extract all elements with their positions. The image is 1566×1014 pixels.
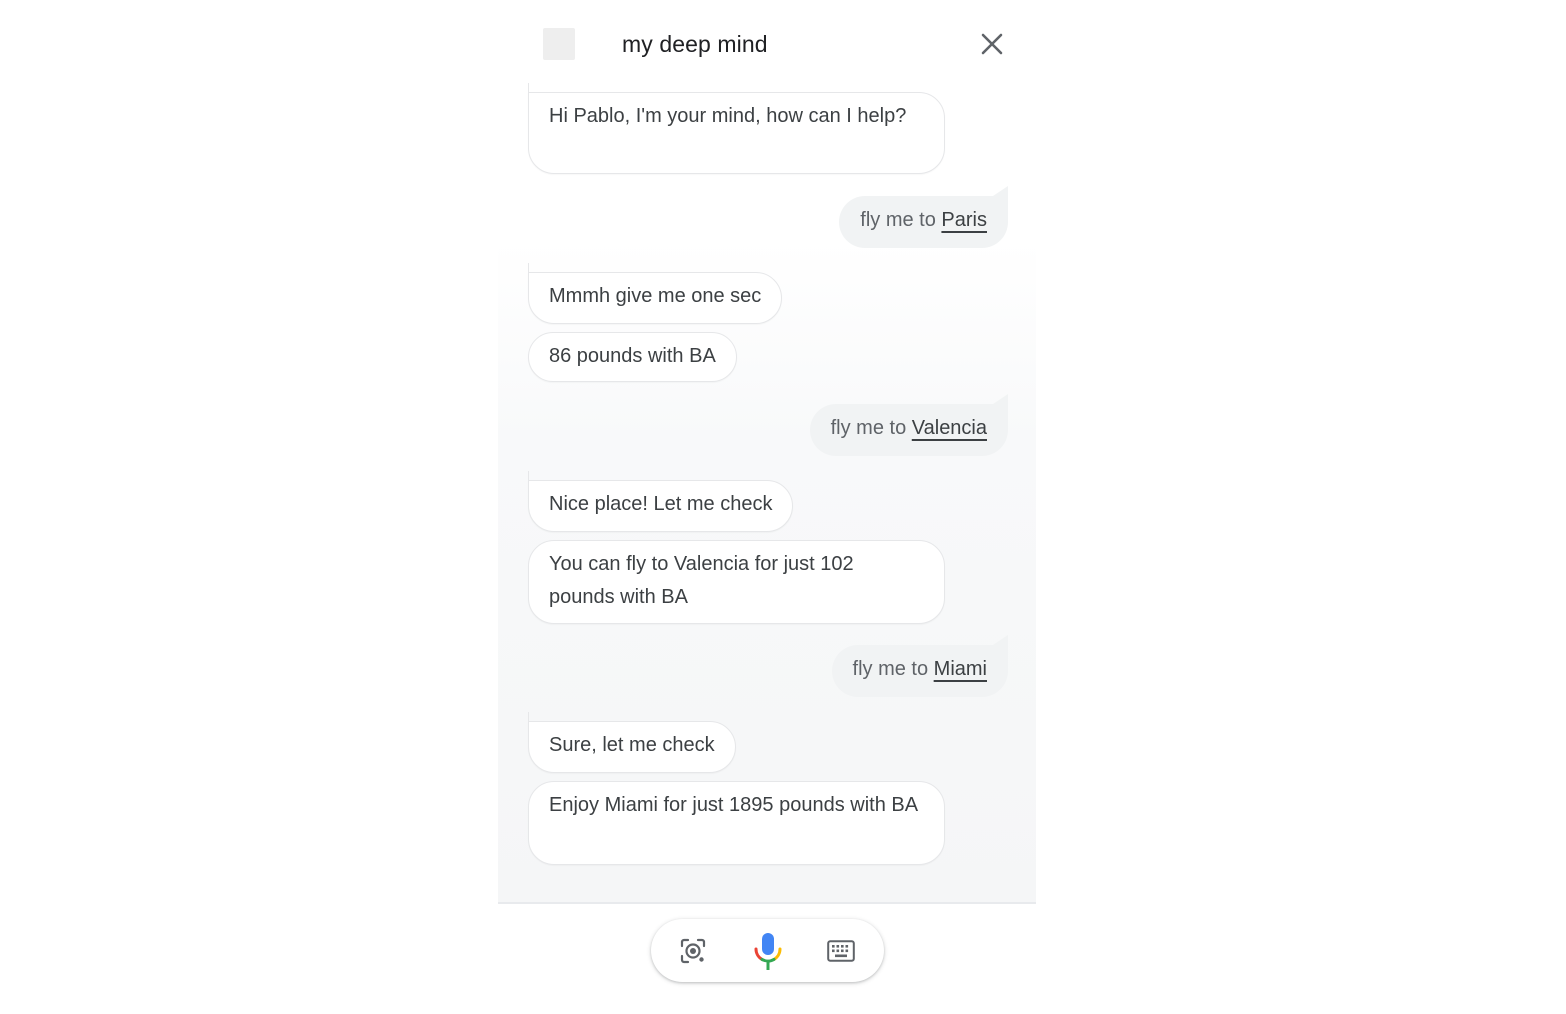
keyboard-button[interactable] bbox=[827, 940, 855, 967]
lens-button[interactable] bbox=[679, 937, 707, 970]
microphone-icon bbox=[754, 933, 782, 970]
microphone-button[interactable] bbox=[752, 931, 784, 976]
message-text: Mmmh give me one sec bbox=[549, 285, 762, 307]
user-message: fly me to Paris bbox=[839, 196, 1008, 248]
user-message: fly me to Miami bbox=[831, 645, 1008, 697]
message-prefix: fly me to bbox=[852, 658, 934, 680]
message-text: Hi Pablo, I'm your mind, how can I help? bbox=[549, 105, 907, 127]
close-icon bbox=[981, 33, 1003, 55]
assistant-message: You can fly to Valencia for just 102 pou… bbox=[528, 540, 945, 624]
conversation-divider bbox=[498, 902, 1036, 904]
destination-link[interactable]: Miami bbox=[934, 658, 987, 680]
message-prefix: fly me to bbox=[830, 417, 912, 439]
app-logo-icon bbox=[543, 28, 575, 60]
assistant-message: 86 pounds with BA bbox=[528, 332, 737, 382]
close-button[interactable] bbox=[976, 28, 1008, 60]
destination-link[interactable]: Valencia bbox=[912, 417, 987, 439]
message-text: Enjoy Miami for just 1895 pounds with BA bbox=[549, 794, 919, 816]
message-text: You can fly to Valencia for just 102 pou… bbox=[549, 553, 854, 608]
message-text: Nice place! Let me check bbox=[549, 493, 773, 515]
user-message: fly me to Valencia bbox=[809, 404, 1008, 456]
assistant-screen: my deep mind Hi Pablo, I'm your mind, ho… bbox=[0, 0, 1566, 1014]
assistant-message: Enjoy Miami for just 1895 pounds with BA bbox=[528, 781, 945, 865]
lens-icon bbox=[680, 938, 706, 964]
assistant-message: Mmmh give me one sec bbox=[528, 263, 783, 324]
message-text: Sure, let me check bbox=[549, 734, 715, 756]
assistant-message: Hi Pablo, I'm your mind, how can I help? bbox=[528, 83, 945, 174]
keyboard-icon bbox=[827, 940, 855, 962]
message-prefix: fly me to bbox=[860, 209, 942, 231]
assistant-message: Nice place! Let me check bbox=[528, 471, 794, 532]
message-text: 86 pounds with BA bbox=[549, 345, 716, 367]
input-bar bbox=[651, 919, 884, 982]
destination-link[interactable]: Paris bbox=[941, 209, 987, 231]
assistant-message: Sure, let me check bbox=[528, 712, 736, 773]
conversation-title: my deep mind bbox=[622, 31, 768, 57]
